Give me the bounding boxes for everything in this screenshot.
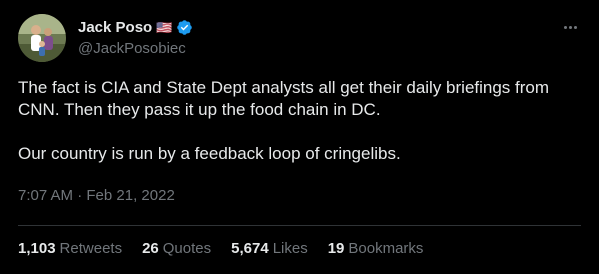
avatar[interactable] (18, 14, 66, 62)
tweet-time[interactable]: 7:07 AM (18, 187, 73, 204)
quotes-stat[interactable]: 26 Quotes (142, 240, 211, 257)
tweet-date[interactable]: Feb 21, 2022 (86, 187, 174, 204)
retweets-label: Retweets (59, 240, 123, 257)
us-flag-icon: 🇺🇸 (156, 19, 173, 35)
tweet-timestamp[interactable]: 7:07 AM · Feb 21, 2022 (18, 187, 175, 204)
author-handle[interactable]: @JackPosobiec (78, 40, 186, 57)
avatar-photo (18, 14, 66, 62)
more-options-button[interactable] (559, 18, 581, 36)
likes-stat[interactable]: 5,674 Likes (231, 240, 308, 257)
bookmarks-label: Bookmarks (348, 240, 424, 257)
tweet-stats: 1,103 Retweets 26 Quotes 5,674 Likes 19 Book… (18, 240, 443, 257)
verified-badge-icon[interactable] (176, 19, 193, 36)
tweet-text: The fact is CIA and State Dept analysts … (18, 77, 588, 165)
more-horizontal-icon-dot (573, 25, 577, 29)
author-name-row: Jack Poso 🇺🇸 (78, 17, 193, 37)
likes-label: Likes (272, 240, 308, 257)
more-horizontal-icon-dot (568, 25, 572, 29)
tweet-card: Jack Poso 🇺🇸 @JackPosobiec The fact is C… (0, 0, 599, 274)
author-display-name[interactable]: Jack Poso (78, 19, 152, 36)
bookmarks-stat[interactable]: 19 Bookmarks (328, 240, 424, 257)
bookmarks-count: 19 (327, 240, 345, 257)
tweet-paragraph: Our country is run by a feedback loop of… (18, 144, 401, 163)
more-horizontal-icon (563, 25, 567, 29)
retweets-stat[interactable]: 1,103 Retweets (18, 240, 122, 257)
divider (18, 225, 581, 226)
quotes-label: Quotes (162, 240, 212, 257)
likes-count: 5,674 (231, 240, 269, 257)
quotes-count: 26 (142, 240, 159, 257)
retweets-count: 1,103 (18, 240, 56, 257)
tweet-paragraph: The fact is CIA and State Dept analysts … (18, 78, 550, 119)
meta-separator: · (77, 187, 83, 204)
